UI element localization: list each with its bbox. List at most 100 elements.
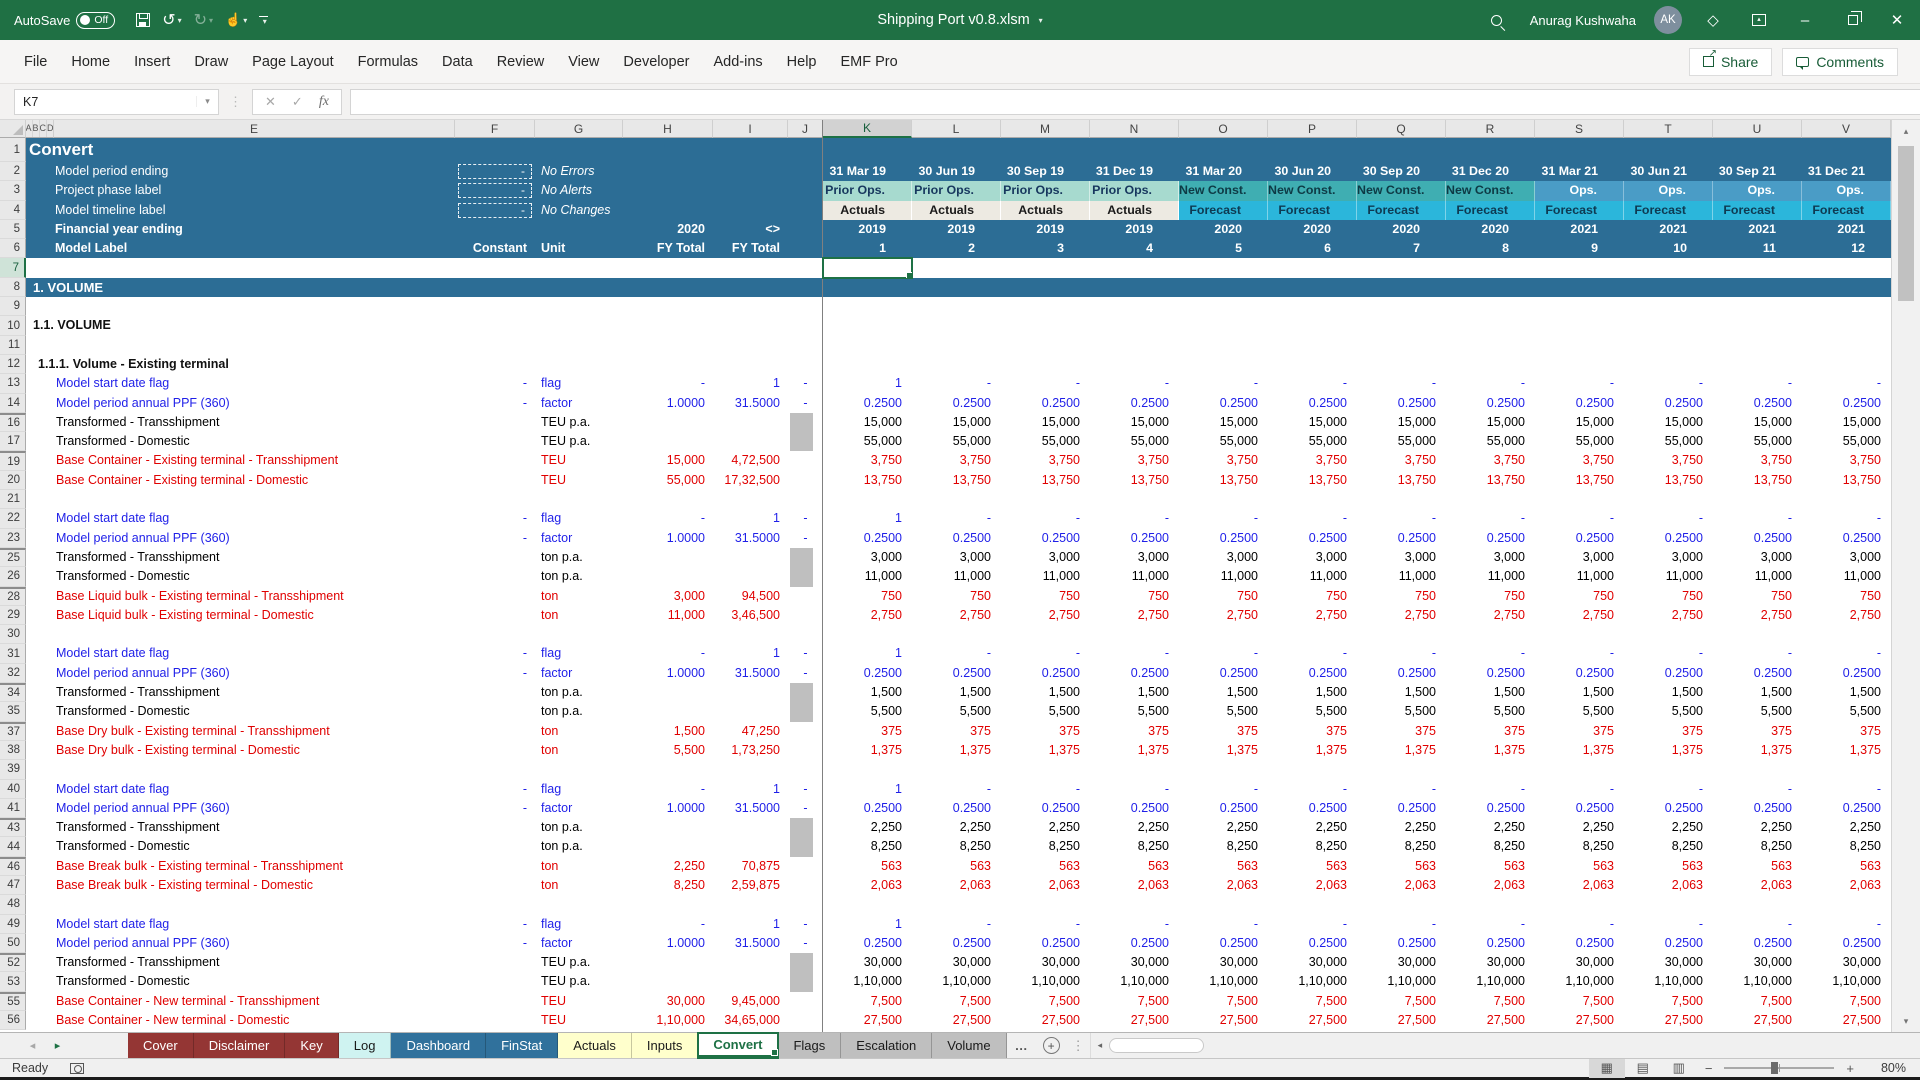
cell-G50[interactable]: factor xyxy=(535,934,623,953)
cell-H38[interactable]: 5,500 xyxy=(623,741,713,760)
cell-H17[interactable] xyxy=(623,432,713,451)
cell-K44[interactable]: 8,250 xyxy=(823,837,912,856)
cell-G14[interactable]: factor xyxy=(535,394,623,413)
cell-O50[interactable]: 0.2500 xyxy=(1179,934,1268,953)
autosave-toggle[interactable]: AutoSave Off xyxy=(14,12,115,29)
cell-L16[interactable]: 15,000 xyxy=(912,413,1001,432)
cell-F20[interactable] xyxy=(455,471,535,490)
cell-M29[interactable]: 2,750 xyxy=(1001,606,1090,625)
cell-L43[interactable]: 2,250 xyxy=(912,818,1001,837)
cell-G22[interactable]: flag xyxy=(535,509,623,528)
cell-I41[interactable]: 31.5000 xyxy=(713,799,788,818)
cell-E49[interactable]: Model start date flag xyxy=(54,915,455,934)
row-header-9[interactable]: 9 xyxy=(0,297,26,316)
cell-H35[interactable] xyxy=(623,702,713,721)
cell-K29[interactable]: 2,750 xyxy=(823,606,912,625)
cell-I53[interactable] xyxy=(713,972,788,991)
cell-V31[interactable]: - xyxy=(1802,644,1891,663)
cell-N40[interactable]: - xyxy=(1090,780,1179,799)
cell-P53[interactable]: 1,10,000 xyxy=(1268,972,1357,991)
cell-R37[interactable]: 375 xyxy=(1446,722,1535,741)
cell-U28[interactable]: 750 xyxy=(1713,587,1802,606)
cell-N4[interactable]: Actuals xyxy=(1090,201,1179,220)
cell-P34[interactable]: 1,500 xyxy=(1268,683,1357,702)
cell-L34[interactable]: 1,500 xyxy=(912,683,1001,702)
cell-V53[interactable]: 1,10,000 xyxy=(1802,972,1891,991)
cell-N23[interactable]: 0.2500 xyxy=(1090,529,1179,548)
cell-Q41[interactable]: 0.2500 xyxy=(1357,799,1446,818)
sheet-tab-volume[interactable]: Volume xyxy=(932,1033,1006,1058)
column-header-m[interactable]: M xyxy=(1001,120,1090,138)
row-header-41[interactable]: 41 xyxy=(0,799,26,818)
column-header-v[interactable]: V xyxy=(1802,120,1891,138)
cell-V4[interactable]: Forecast xyxy=(1802,201,1891,220)
cell-F5[interactable] xyxy=(455,220,535,239)
cell-E31[interactable]: Model start date flag xyxy=(54,644,455,663)
cell-S5[interactable]: 2021 xyxy=(1535,220,1624,239)
cell-F6[interactable]: Constant xyxy=(455,239,535,258)
row-header-30[interactable]: 30 xyxy=(0,625,26,644)
cell-R17[interactable]: 55,000 xyxy=(1446,432,1535,451)
cell-O31[interactable]: - xyxy=(1179,644,1268,663)
cell-V22[interactable]: - xyxy=(1802,509,1891,528)
touch-mode-button[interactable]: ☝▾ xyxy=(220,6,252,34)
cell-E50[interactable]: Model period annual PPF (360) xyxy=(54,934,455,953)
cell-S17[interactable]: 55,000 xyxy=(1535,432,1624,451)
cell-J43[interactable] xyxy=(788,818,823,837)
cell-F50[interactable]: - xyxy=(455,934,535,953)
row-header-12[interactable]: 12 xyxy=(0,355,26,374)
cell-M4[interactable]: Actuals xyxy=(1001,201,1090,220)
cell-N52[interactable]: 30,000 xyxy=(1090,953,1179,972)
cell-I4[interactable] xyxy=(713,201,788,220)
cell-M19[interactable]: 3,750 xyxy=(1001,451,1090,470)
cell-H25[interactable] xyxy=(623,548,713,567)
cell-T47[interactable]: 2,063 xyxy=(1624,876,1713,895)
cell-H14[interactable]: 1.0000 xyxy=(623,394,713,413)
cell-K25[interactable]: 3,000 xyxy=(823,548,912,567)
cell-M50[interactable]: 0.2500 xyxy=(1001,934,1090,953)
cell-N2[interactable]: 31 Dec 19 xyxy=(1090,162,1179,181)
sheet-tab-convert[interactable]: Convert xyxy=(698,1033,778,1058)
cell-S56[interactable]: 27,500 xyxy=(1535,1011,1624,1030)
cell-H20[interactable]: 55,000 xyxy=(623,471,713,490)
more-sheets-button[interactable]: … xyxy=(1007,1033,1036,1058)
row-header-13[interactable]: 13 xyxy=(0,374,26,393)
cell-P26[interactable]: 11,000 xyxy=(1268,567,1357,586)
cell-F17[interactable] xyxy=(455,432,535,451)
row-header-44[interactable]: 44 xyxy=(0,837,26,856)
heading-12[interactable]: 1.1.1. Volume - Existing terminal xyxy=(26,355,1891,374)
cell-K41[interactable]: 0.2500 xyxy=(823,799,912,818)
cell-L53[interactable]: 1,10,000 xyxy=(912,972,1001,991)
cell-O20[interactable]: 13,750 xyxy=(1179,471,1268,490)
cell-N3[interactable]: Prior Ops. xyxy=(1090,181,1179,200)
cell-U35[interactable]: 5,500 xyxy=(1713,702,1802,721)
select-all-corner[interactable] xyxy=(0,120,26,138)
share-button[interactable]: Share xyxy=(1689,48,1772,76)
row-header-4[interactable]: 4 xyxy=(0,201,26,220)
cell-E6[interactable]: Model Label xyxy=(26,239,455,258)
cell-L31[interactable]: - xyxy=(912,644,1001,663)
avatar[interactable]: AK xyxy=(1654,6,1682,34)
cell-T22[interactable]: - xyxy=(1624,509,1713,528)
cell-I25[interactable] xyxy=(713,548,788,567)
cell-G20[interactable]: TEU xyxy=(535,471,623,490)
horizontal-scrollbar[interactable]: ◂ xyxy=(1090,1033,1920,1058)
cell-K28[interactable]: 750 xyxy=(823,587,912,606)
cell-G43[interactable]: ton p.a. xyxy=(535,818,623,837)
cell-S6[interactable]: 9 xyxy=(1535,239,1624,258)
cell-F14[interactable]: - xyxy=(455,394,535,413)
cell-E46[interactable]: Base Break bulk - Existing terminal - Tr… xyxy=(54,857,455,876)
cell-S34[interactable]: 1,500 xyxy=(1535,683,1624,702)
cell-I37[interactable]: 47,250 xyxy=(713,722,788,741)
cell-M3[interactable]: Prior Ops. xyxy=(1001,181,1090,200)
cell-T41[interactable]: 0.2500 xyxy=(1624,799,1713,818)
cell-Q56[interactable]: 27,500 xyxy=(1357,1011,1446,1030)
row-header-53[interactable]: 53 xyxy=(0,972,26,991)
cell-R55[interactable]: 7,500 xyxy=(1446,992,1535,1011)
column-header-t[interactable]: T xyxy=(1624,120,1713,138)
row-header-40[interactable]: 40 xyxy=(0,780,26,799)
cell-L52[interactable]: 30,000 xyxy=(912,953,1001,972)
cell-Q6[interactable]: 7 xyxy=(1357,239,1446,258)
row-header-25[interactable]: 25 xyxy=(0,548,26,567)
cell-U53[interactable]: 1,10,000 xyxy=(1713,972,1802,991)
